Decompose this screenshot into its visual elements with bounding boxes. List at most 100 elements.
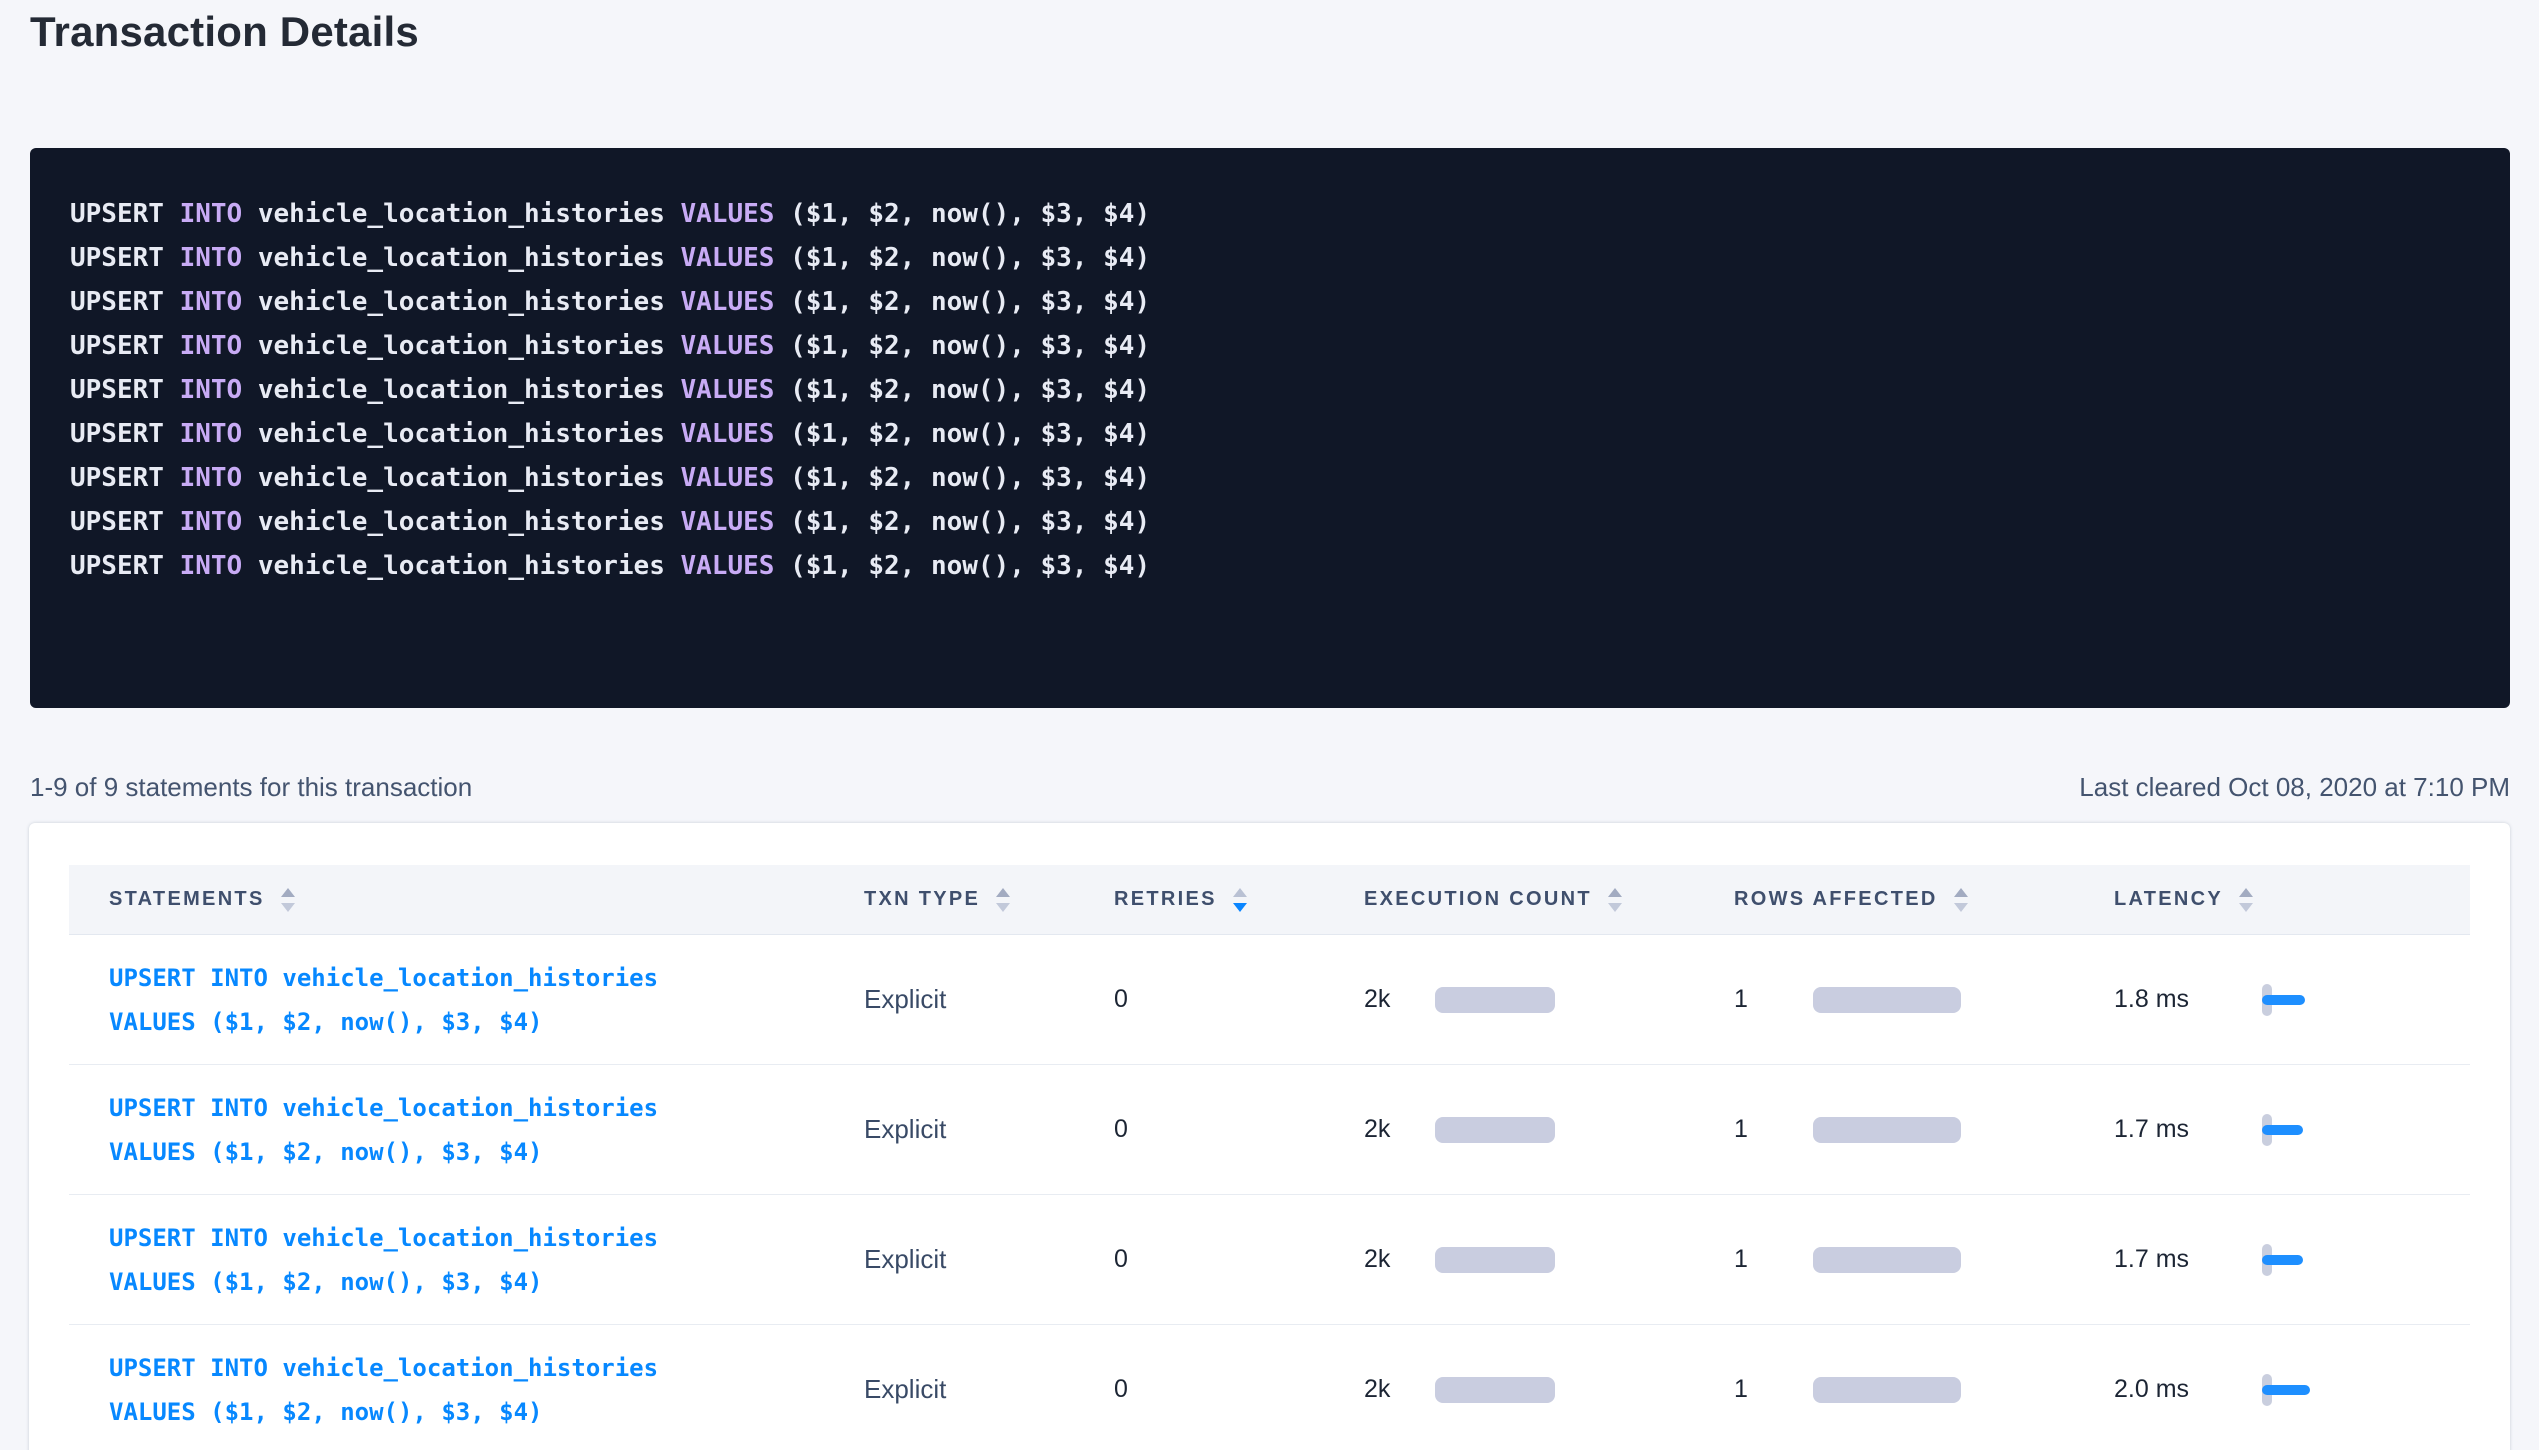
latency-value: 1.8 ms (2114, 985, 2262, 1014)
rows-affected-value: 1 (1734, 1115, 1813, 1144)
table-row: UPSERT INTO vehicle_location_histories V… (69, 935, 2470, 1065)
last-cleared-text: Last cleared Oct 08, 2020 at 7:10 PM (2079, 772, 2510, 803)
retries-value: 0 (1114, 985, 1128, 1014)
sql-text-token: vehicle_location_histories (258, 463, 681, 493)
summary-row: 1-9 of 9 statements for this transaction… (30, 765, 2510, 809)
column-header-rows-affected[interactable]: ROWS AFFECTED (1694, 888, 2074, 912)
execution-count-bar (1435, 1377, 1555, 1403)
latency-bar (2262, 1125, 2303, 1135)
column-header-txn-type[interactable]: TXN TYPE (824, 888, 1074, 912)
rows-affected-cell: 1 (1694, 1245, 2074, 1274)
column-header-label: ROWS AFFECTED (1734, 888, 1938, 911)
txn-type-cell: Explicit (824, 984, 1074, 1015)
sql-keyword-token: INTO (180, 419, 258, 449)
execution-count-value: 2k (1364, 1245, 1435, 1274)
sql-keyword-token: VALUES (681, 287, 791, 317)
latency-cell: 2.0 ms (2074, 1368, 2470, 1412)
sql-text-token: ($1, $2, now(), $3, $4) (790, 551, 1150, 581)
sql-text-token: ($1, $2, now(), $3, $4) (790, 331, 1150, 361)
statement-link[interactable]: UPSERT INTO vehicle_location_histories V… (109, 1216, 739, 1304)
execution-count-cell: 2k (1324, 1245, 1694, 1274)
sql-keyword-token: VALUES (681, 243, 791, 273)
retries-value: 0 (1114, 1245, 1128, 1274)
execution-count-cell: 2k (1324, 1375, 1694, 1404)
rows-affected-value: 1 (1734, 985, 1813, 1014)
sql-text-token: vehicle_location_histories (258, 419, 681, 449)
latency-bar (2262, 1255, 2303, 1265)
statement-cell: UPSERT INTO vehicle_location_histories V… (69, 1346, 824, 1434)
statements-table: STATEMENTS TXN TYPE RETRIES EXECUTION CO… (69, 865, 2470, 1450)
execution-count-bar (1435, 1247, 1555, 1273)
sql-text-token: UPSERT (70, 463, 180, 493)
sql-text-token: UPSERT (70, 419, 180, 449)
execution-count-bar (1435, 1117, 1555, 1143)
column-header-statements[interactable]: STATEMENTS (69, 888, 824, 912)
sort-desc-icon (1954, 903, 1968, 912)
sql-statement-line: UPSERT INTO vehicle_location_histories V… (70, 236, 2470, 280)
sql-keyword-token: VALUES (681, 507, 791, 537)
sql-keyword-token: VALUES (681, 199, 791, 229)
sql-statement-line: UPSERT INTO vehicle_location_histories V… (70, 368, 2470, 412)
sql-statement-line: UPSERT INTO vehicle_location_histories V… (70, 324, 2470, 368)
txn-type-value: Explicit (864, 1244, 946, 1275)
sort-asc-icon (1233, 888, 1247, 897)
rows-affected-cell: 1 (1694, 1375, 2074, 1404)
sql-text-token: UPSERT (70, 199, 180, 229)
retries-cell: 0 (1074, 1375, 1324, 1404)
txn-type-cell: Explicit (824, 1114, 1074, 1145)
table-row: UPSERT INTO vehicle_location_histories V… (69, 1065, 2470, 1195)
rows-affected-bar (1813, 987, 1961, 1013)
sql-text-token: vehicle_location_histories (258, 331, 681, 361)
latency-chart (2262, 978, 2332, 1022)
column-header-execution-count[interactable]: EXECUTION COUNT (1324, 888, 1694, 912)
sql-text-token: ($1, $2, now(), $3, $4) (790, 507, 1150, 537)
sql-keyword-token: INTO (180, 375, 258, 405)
rows-affected-cell: 1 (1694, 985, 2074, 1014)
sql-text-token: ($1, $2, now(), $3, $4) (790, 375, 1150, 405)
retries-cell: 0 (1074, 1245, 1324, 1274)
sort-desc-icon (1608, 903, 1622, 912)
table-row: UPSERT INTO vehicle_location_histories V… (69, 1325, 2470, 1450)
column-header-latency[interactable]: LATENCY (2074, 888, 2470, 912)
txn-type-value: Explicit (864, 1374, 946, 1405)
sql-keyword-token: VALUES (681, 375, 791, 405)
column-header-label: RETRIES (1114, 888, 1217, 911)
latency-value: 1.7 ms (2114, 1115, 2262, 1144)
rows-affected-bar (1813, 1377, 1961, 1403)
sort-icons (1608, 888, 1622, 912)
sort-desc-icon (281, 903, 295, 912)
sql-keyword-token: VALUES (681, 463, 791, 493)
statement-link[interactable]: UPSERT INTO vehicle_location_histories V… (109, 1086, 739, 1174)
sql-statement-line: UPSERT INTO vehicle_location_histories V… (70, 544, 2470, 588)
statement-cell: UPSERT INTO vehicle_location_histories V… (69, 1086, 824, 1174)
execution-count-cell: 2k (1324, 1115, 1694, 1144)
latency-cell: 1.7 ms (2074, 1238, 2470, 1282)
sql-keyword-token: VALUES (681, 331, 791, 361)
statement-link[interactable]: UPSERT INTO vehicle_location_histories V… (109, 956, 739, 1044)
sql-statement-line: UPSERT INTO vehicle_location_histories V… (70, 456, 2470, 500)
txn-type-cell: Explicit (824, 1244, 1074, 1275)
sql-text-token: vehicle_location_histories (258, 551, 681, 581)
table-body: UPSERT INTO vehicle_location_histories V… (69, 935, 2470, 1450)
sql-text-token: UPSERT (70, 551, 180, 581)
sql-text-token: vehicle_location_histories (258, 507, 681, 537)
table-row: UPSERT INTO vehicle_location_histories V… (69, 1195, 2470, 1325)
column-header-retries[interactable]: RETRIES (1074, 888, 1324, 912)
rows-affected-bar (1813, 1117, 1961, 1143)
rows-affected-value: 1 (1734, 1375, 1813, 1404)
sort-desc-icon (996, 903, 1010, 912)
sql-text-token: UPSERT (70, 375, 180, 405)
latency-cell: 1.7 ms (2074, 1108, 2470, 1152)
table-header-row: STATEMENTS TXN TYPE RETRIES EXECUTION CO… (69, 865, 2470, 935)
execution-count-bar (1435, 987, 1555, 1013)
latency-chart (2262, 1368, 2332, 1412)
sql-keyword-token: INTO (180, 463, 258, 493)
sql-text-token: ($1, $2, now(), $3, $4) (790, 419, 1150, 449)
column-header-label: LATENCY (2114, 888, 2223, 911)
statement-link[interactable]: UPSERT INTO vehicle_location_histories V… (109, 1346, 739, 1434)
execution-count-value: 2k (1364, 1115, 1435, 1144)
sort-desc-icon (2239, 903, 2253, 912)
sql-keyword-token: INTO (180, 507, 258, 537)
sql-keyword-token: INTO (180, 331, 258, 361)
sql-text-token: UPSERT (70, 243, 180, 273)
